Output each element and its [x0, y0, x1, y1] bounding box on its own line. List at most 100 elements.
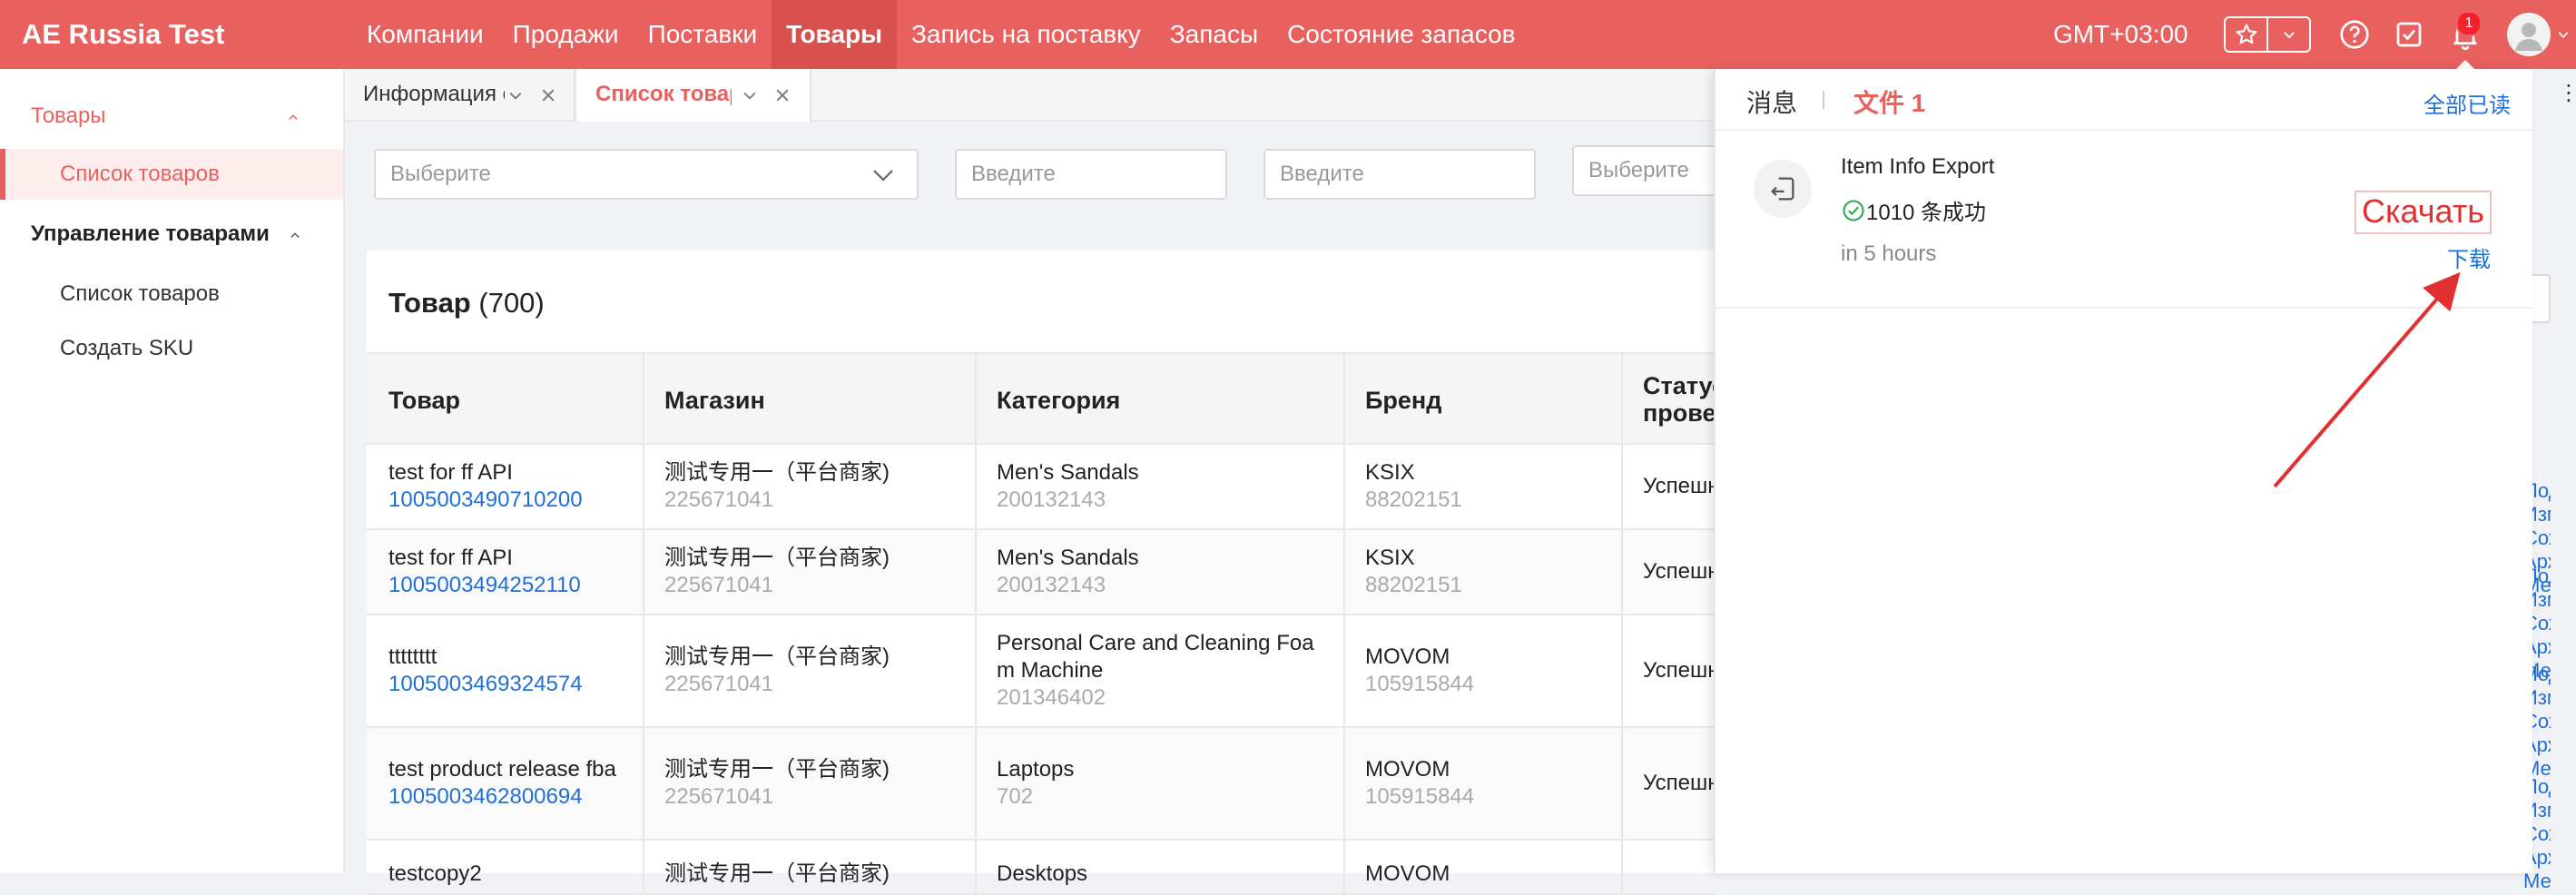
timezone-selector[interactable]: GMT+03:00 — [2053, 0, 2188, 69]
top-bar: AE Russia Test Компании Продажи Поставки… — [0, 0, 2576, 69]
product-id-link[interactable]: 1005003462800694 — [388, 783, 630, 811]
sidebar-group-product-management[interactable]: Управление товарами — [31, 221, 270, 247]
star-icon[interactable] — [2226, 18, 2266, 51]
tab-label: Информация о товаре — [363, 82, 505, 106]
nav-supply-booking[interactable]: Запись на поставку — [897, 0, 1155, 69]
page-title: Товар (700) — [388, 287, 545, 320]
download-link[interactable]: 下载 — [2447, 241, 2491, 273]
nav-stock-status[interactable]: Состояние запасов — [1273, 0, 1529, 69]
product-name-input[interactable]: Введите — [1263, 149, 1536, 200]
product-id-link[interactable]: 1005003469324574 — [388, 671, 630, 698]
nav-products[interactable]: Товары — [772, 0, 897, 69]
sidebar: Товары Список товаров Управление товарам… — [0, 69, 345, 873]
help-icon[interactable] — [2338, 18, 2371, 51]
brand-name: KSIX — [1365, 546, 1415, 570]
close-icon[interactable] — [539, 86, 557, 104]
brand-id: 105915844 — [1365, 784, 1475, 809]
nav-stock[interactable]: Запасы — [1155, 0, 1273, 69]
column-header-shop[interactable]: Магазин — [643, 354, 975, 445]
shop-id: 225671041 — [664, 784, 774, 809]
close-icon[interactable] — [773, 86, 791, 104]
brand-name: KSIX — [1365, 460, 1415, 485]
annotation-label: Скачать — [2355, 191, 2492, 234]
sidebar-item-create-sku[interactable]: Создать SKU — [60, 336, 193, 361]
status-text: Успешно — [1643, 559, 1716, 584]
chevron-up-icon — [289, 114, 298, 120]
chevron-down-icon[interactable] — [506, 86, 525, 104]
tab-product-info[interactable]: Информация о товаре — [345, 69, 575, 120]
shop-id: 225671041 — [664, 672, 774, 696]
brand-name: MOVOM — [1365, 861, 1450, 886]
shop-select[interactable]: Выберите — [374, 149, 919, 200]
tab-divider — [1823, 91, 1824, 109]
shop-name: 测试专用一（平台商家) — [664, 546, 890, 570]
product-id-link[interactable]: 1005003490710200 — [388, 487, 630, 514]
shop-name: 测试专用一（平台商家) — [664, 460, 890, 485]
sidebar-item-product-list-2[interactable]: Список товаров — [60, 281, 220, 307]
column-header-product[interactable]: Товар — [367, 354, 643, 445]
notification-title: Item Info Export — [1841, 154, 1995, 179]
shop-name: 测试专用一（平台商家) — [664, 861, 890, 886]
card-title-text: Товар — [388, 287, 471, 319]
product-id-input[interactable]: Введите — [955, 149, 1227, 200]
brand-name: MOVOM — [1365, 757, 1450, 782]
product-id-link[interactable]: 1005003494252110 — [388, 572, 630, 599]
export-file-icon — [1754, 160, 1812, 218]
table-row[interactable]: tttttttt 1005003469324574 测试专用一（平台商家) 22… — [367, 615, 1716, 728]
tab-label: Список товаров — [595, 82, 732, 106]
notification-time: in 5 hours — [1841, 241, 1937, 266]
table-row[interactable]: test for ff API 1005003494252110 测试专用一（平… — [367, 530, 1716, 615]
column-header-category[interactable]: Категория — [975, 354, 1343, 445]
brand-id: 88202151 — [1365, 487, 1462, 512]
product-name: testcopy2 — [388, 861, 482, 886]
brand-id: 88202151 — [1365, 573, 1462, 597]
product-name: tttttttt — [388, 644, 438, 669]
status-text: 1010 条成功 — [1866, 201, 1987, 225]
shop-id: 225671041 — [664, 487, 774, 512]
task-check-icon[interactable] — [2393, 18, 2425, 51]
tab-messages[interactable]: 消息 — [1746, 84, 1797, 120]
column-header-brand[interactable]: Бренд — [1343, 354, 1621, 445]
status-text: Успешно — [1643, 658, 1716, 683]
category-id: 200132143 — [997, 487, 1106, 512]
table-row[interactable]: test product release fba 100500346280069… — [367, 728, 1716, 841]
main-nav: Компании Продажи Поставки Товары Запись … — [352, 0, 1529, 69]
column-divider — [643, 352, 644, 895]
check-circle-icon — [1843, 199, 1864, 221]
nav-companies[interactable]: Компании — [352, 0, 498, 69]
shop-id: 225671041 — [664, 573, 774, 597]
category-name: Men's Sandals — [997, 546, 1139, 570]
status-text: Успешно — [1643, 474, 1716, 498]
sidebar-item-product-list[interactable]: Список товаров — [60, 162, 220, 187]
notification-tabs: 消息 文件 1 全部已读 — [1716, 69, 2532, 131]
page-tabs: Информация о товаре Список товаров — [345, 69, 1716, 122]
brand-id: 105915844 — [1365, 672, 1475, 696]
avatar[interactable] — [2507, 13, 2551, 56]
category-name: Desktops — [997, 861, 1088, 886]
notification-status: 1010 条成功 — [1841, 194, 1986, 226]
chevron-down-icon[interactable] — [2266, 18, 2309, 51]
table-row[interactable]: testcopy2 测试专用一（平台商家) Desktops MOVOM — [367, 841, 1716, 895]
product-name: test for ff API — [388, 460, 513, 485]
notification-badge: 1 — [2456, 11, 2482, 36]
category-id: 200132143 — [997, 573, 1106, 597]
tab-product-list[interactable]: Список товаров — [577, 69, 811, 122]
mark-all-read-link[interactable]: 全部已读 — [2424, 87, 2511, 119]
product-name: test for ff API — [388, 546, 513, 570]
avatar-chevron-icon[interactable] — [2556, 27, 2571, 42]
shop-name: 测试专用一（平台商家) — [664, 644, 890, 669]
nav-sales[interactable]: Продажи — [498, 0, 634, 69]
table-row[interactable]: test for ff API 1005003490710200 测试专用一（平… — [367, 445, 1716, 530]
more-vertical-icon[interactable]: ⋮ — [2558, 80, 2576, 106]
column-divider — [1343, 352, 1345, 895]
chevron-down-icon[interactable] — [741, 86, 759, 104]
chevron-down-icon[interactable] — [870, 162, 897, 189]
product-name: test product release fba — [388, 757, 616, 782]
tab-files[interactable]: 文件 1 — [1853, 84, 1925, 120]
product-card: Товар (700) Товар Магазин Категория Брен… — [367, 251, 1716, 895]
sidebar-group-products[interactable]: Товары — [31, 103, 106, 129]
nav-supplies[interactable]: Поставки — [634, 0, 772, 69]
column-header-status[interactable]: Статус проверки — [1621, 354, 1716, 445]
app-title[interactable]: AE Russia Test — [22, 0, 224, 69]
shop-name: 测试专用一（平台商家) — [664, 757, 890, 782]
